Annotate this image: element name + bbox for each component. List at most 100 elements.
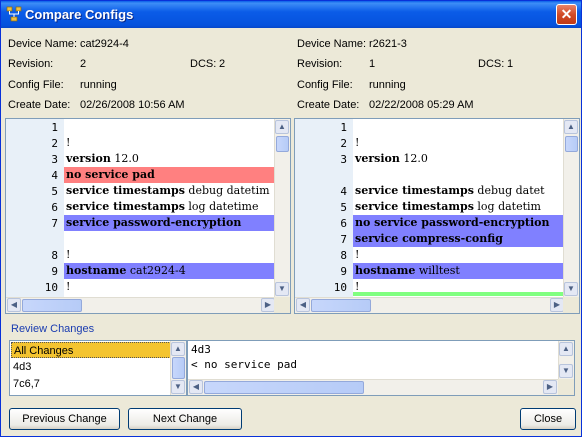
scroll-thumb[interactable] <box>276 136 289 152</box>
scroll-corner <box>563 297 579 313</box>
scroll-down-icon[interactable]: ▼ <box>564 282 578 296</box>
config-line: 8! <box>295 247 565 263</box>
scroll-thumb[interactable] <box>204 381 364 394</box>
left-config-value: running <box>80 79 117 91</box>
line-number: 10 <box>44 281 58 294</box>
right-config-value: running <box>369 79 406 91</box>
change-list-item[interactable]: 7c6,7 <box>11 376 171 392</box>
config-line <box>295 167 565 183</box>
left-vertical-scrollbar[interactable]: ▲ ▼ <box>274 119 290 297</box>
config-line: 1 <box>295 119 565 135</box>
left-revision-value: 2 <box>80 58 87 70</box>
left-device-value: cat2924-4 <box>80 38 129 50</box>
scroll-down-icon[interactable]: ▼ <box>171 380 185 394</box>
config-line: 10! <box>6 279 276 295</box>
close-button[interactable]: Close <box>520 408 576 430</box>
diff-output[interactable]: 4d3< no service pad--- ▲ ▼ ◀ ▶ <box>187 340 575 396</box>
config-line: 10! <box>295 279 565 296</box>
line-rest: willtest <box>415 264 460 277</box>
line-number: 3 <box>51 153 58 166</box>
scroll-thumb[interactable] <box>311 299 371 312</box>
line-keyword: service timestamps <box>66 200 185 213</box>
line-number: 7 <box>340 233 347 246</box>
line-number: 2 <box>340 137 347 150</box>
scroll-thumb[interactable] <box>565 136 578 152</box>
line-text: no service password-encryption <box>355 216 549 229</box>
scroll-corner <box>274 297 290 313</box>
line-rest: ! <box>355 136 360 149</box>
scroll-up-icon[interactable]: ▲ <box>564 120 578 134</box>
line-rest: 12.0 <box>110 152 139 165</box>
left-dcs-value: 2 <box>219 58 226 70</box>
config-line: 1 <box>6 119 276 135</box>
line-text: service compress-config <box>355 232 503 245</box>
line-rest: log datetime <box>184 200 259 213</box>
scroll-left-icon[interactable]: ◀ <box>296 298 310 312</box>
line-number: 4 <box>340 185 347 198</box>
scroll-corner <box>558 379 574 395</box>
line-keyword: service timestamps <box>355 184 474 197</box>
scroll-down-icon[interactable]: ▼ <box>275 282 289 296</box>
next-change-button[interactable]: Next Change <box>128 408 242 430</box>
scroll-left-icon[interactable]: ◀ <box>7 298 21 312</box>
previous-change-button[interactable]: Previous Change <box>9 408 120 430</box>
line-text: version 12.0 <box>355 152 428 165</box>
line-number: 8 <box>340 249 347 262</box>
scroll-right-icon[interactable]: ▶ <box>261 298 275 312</box>
diff-horizontal-scrollbar[interactable]: ◀ ▶ <box>188 379 558 395</box>
config-line: 3 version 12.0 <box>6 151 276 167</box>
config-line: 5 service timestamps log datetim <box>295 199 565 215</box>
line-keyword: version <box>355 152 400 165</box>
scroll-right-icon[interactable]: ▶ <box>550 298 564 312</box>
scroll-up-icon[interactable]: ▲ <box>171 342 185 356</box>
left-horizontal-scrollbar[interactable]: ◀ ▶ <box>6 297 276 313</box>
diff-text-line: 4d3 <box>191 343 211 356</box>
changes-list-scrollbar[interactable]: ▲ ▼ <box>170 341 186 395</box>
line-text: service password-encryption <box>66 216 241 229</box>
line-keyword: no service password-encryption <box>355 216 550 229</box>
scroll-down-icon[interactable]: ▼ <box>559 364 573 378</box>
config-line: 9 hostname cat2924-4 <box>6 263 276 279</box>
scroll-left-icon[interactable]: ◀ <box>189 380 203 394</box>
line-text: ! <box>355 280 359 293</box>
line-number: 9 <box>51 265 58 278</box>
line-rest: ! <box>355 280 360 293</box>
scroll-right-icon[interactable]: ▶ <box>543 380 557 394</box>
diff-vertical-scrollbar[interactable]: ▲ ▼ <box>558 341 574 379</box>
left-revision-label: Revision: <box>8 58 54 70</box>
changes-list[interactable]: All Changes 4d3 7c6,7 ▲ ▼ <box>9 340 187 396</box>
line-keyword: service password-encryption <box>66 216 242 229</box>
right-horizontal-scrollbar[interactable]: ◀ ▶ <box>295 297 565 313</box>
left-dcs-label: DCS: <box>190 58 217 70</box>
right-config-lines: 1 2! 3 version 12.0 4 service timestamps debu… <box>295 119 565 297</box>
line-number: 2 <box>51 137 58 150</box>
left-config-pane[interactable]: 1 2! 3 version 12.0 4 no service pad 5 service … <box>5 118 291 314</box>
config-line: 7 service password-encryption <box>6 215 276 231</box>
change-list-item[interactable]: 4d3 <box>11 359 171 375</box>
scroll-up-icon[interactable]: ▲ <box>559 342 573 356</box>
line-keyword: no service pad <box>66 168 155 181</box>
config-line: 9 hostname willtest <box>295 263 565 279</box>
right-vertical-scrollbar[interactable]: ▲ ▼ <box>563 119 579 297</box>
line-text: ! <box>66 136 70 149</box>
config-line: 5 service timestamps debug datetim <box>6 183 276 199</box>
scroll-thumb[interactable] <box>172 357 185 379</box>
scroll-thumb[interactable] <box>22 299 82 312</box>
config-line: 2! <box>295 135 565 151</box>
line-keyword: service timestamps <box>355 200 474 213</box>
line-text: service timestamps debug datetim <box>66 184 270 197</box>
right-config-pane[interactable]: 1 2! 3 version 12.0 4 service timestamps debu… <box>294 118 580 314</box>
line-text: hostname willtest <box>355 264 460 277</box>
diff-text-line: < no service pad <box>191 358 297 371</box>
window-close-button[interactable]: ✕ <box>556 4 577 25</box>
line-text: service timestamps log datetim <box>355 200 541 213</box>
line-text: hostname cat2924-4 <box>66 264 186 277</box>
line-number: 4 <box>51 169 58 182</box>
change-list-item[interactable]: All Changes <box>11 342 171 358</box>
line-keyword: hostname <box>66 264 127 277</box>
line-number: 1 <box>51 121 58 134</box>
left-date-value: 02/26/2008 10:56 AM <box>80 99 185 111</box>
scroll-up-icon[interactable]: ▲ <box>275 120 289 134</box>
line-rest: ! <box>66 248 71 261</box>
line-number: 10 <box>333 281 347 294</box>
